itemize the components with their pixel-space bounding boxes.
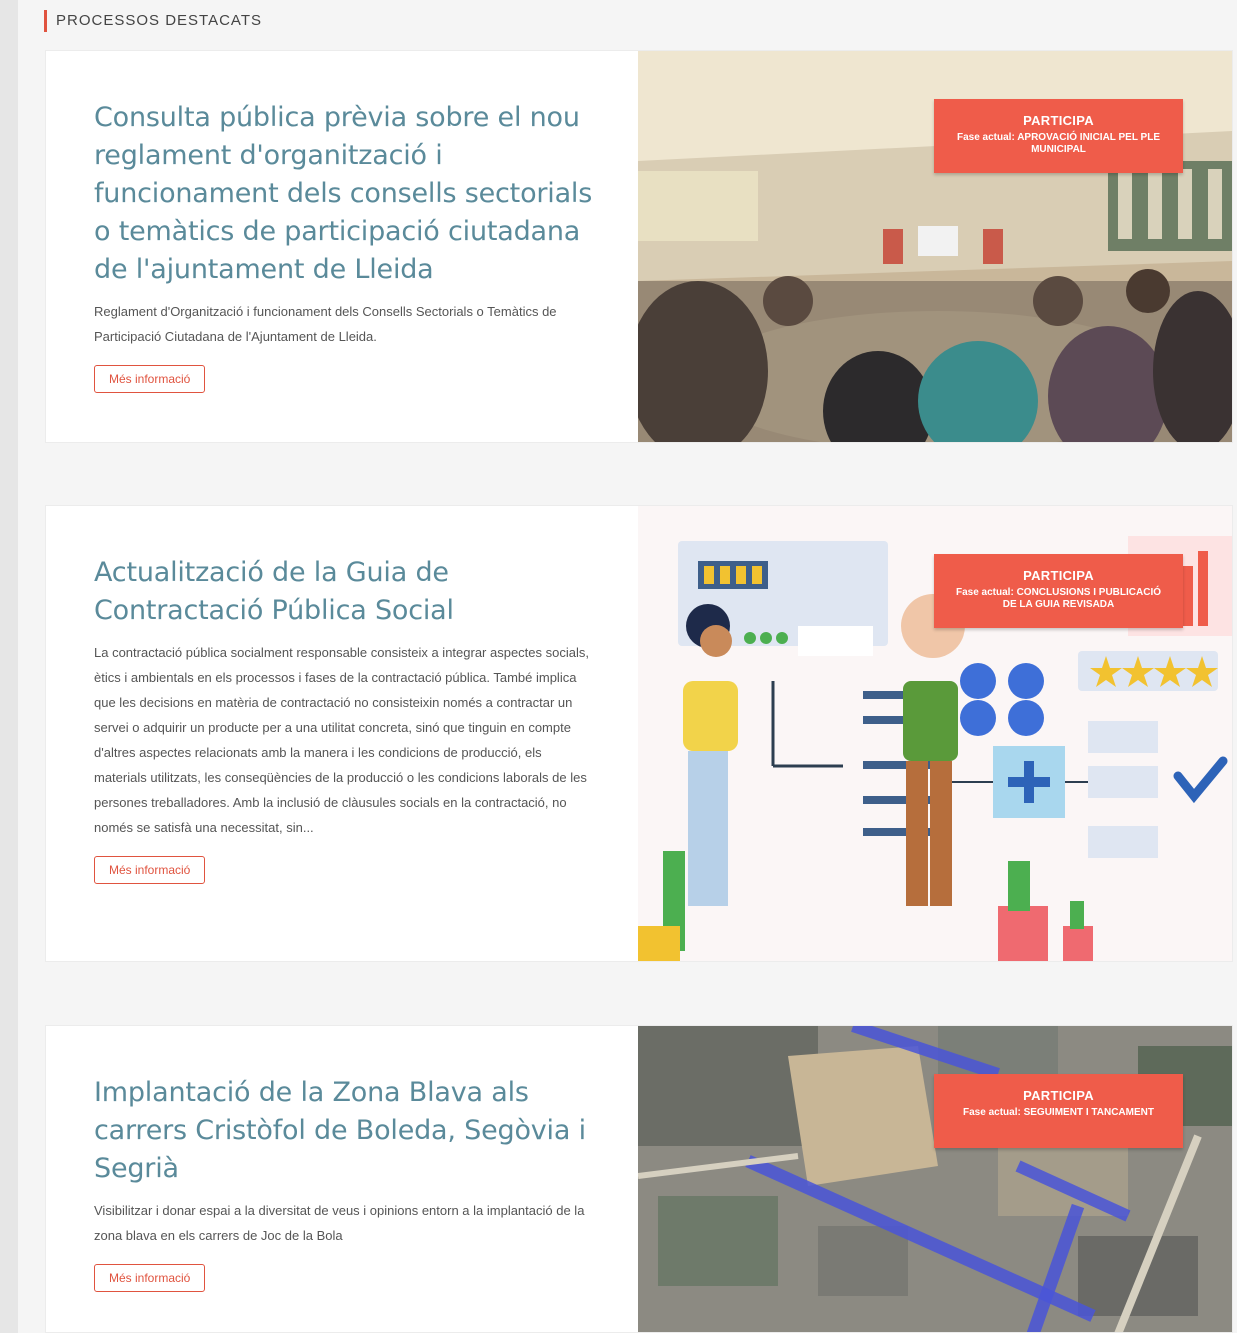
badge-title: PARTICIPA (1023, 113, 1094, 128)
badge-phase: Fase actual: APROVACIÓ INICIAL PEL PLE M… (956, 132, 1160, 155)
badge-phase: Fase actual: CONCLUSIONS I PUBLICACIÓ DE… (955, 587, 1162, 610)
card-title[interactable]: Implantació de la Zona Blava als carrers… (94, 1074, 594, 1188)
badge-title: PARTICIPA (1023, 568, 1094, 583)
more-info-button[interactable]: Més informació (94, 856, 206, 884)
aerial-map (638, 1026, 1232, 1332)
card-title[interactable]: Actualització de la Guia de Contractació… (94, 554, 594, 630)
left-rail (0, 0, 18, 1333)
more-info-button[interactable]: Més informació (94, 365, 206, 393)
participa-badge[interactable]: PARTICIPA Fase actual: APROVACIÓ INICIAL… (934, 99, 1183, 173)
card-image-illustration[interactable]: PARTICIPA Fase actual: CONCLUSIONS I PUB… (638, 506, 1232, 961)
section-title: PROCESSOS DESTACATS (44, 10, 262, 32)
card-description: Reglament d'Organització i funcionament … (94, 304, 557, 344)
card-text: Actualització de la Guia de Contractació… (94, 554, 594, 884)
process-card-3: Implantació de la Zona Blava als carrers… (45, 1025, 1233, 1333)
card-description: La contractació pública socialment respo… (94, 645, 589, 835)
card-image-map[interactable]: PARTICIPA Fase actual: SEGUIMENT I TANCA… (638, 1026, 1232, 1332)
card-text: Implantació de la Zona Blava als carrers… (94, 1074, 594, 1292)
process-card-1: Consulta pública prèvia sobre el nou reg… (45, 50, 1233, 443)
badge-title: PARTICIPA (1023, 1088, 1094, 1103)
participa-badge[interactable]: PARTICIPA Fase actual: CONCLUSIONS I PUB… (934, 554, 1183, 628)
participa-badge[interactable]: PARTICIPA Fase actual: SEGUIMENT I TANCA… (934, 1074, 1183, 1148)
card-description: Visibilitzar i donar espai a la diversit… (94, 1203, 585, 1243)
card-title[interactable]: Consulta pública prèvia sobre el nou reg… (94, 99, 594, 289)
card-image-meeting[interactable]: PARTICIPA Fase actual: APROVACIÓ INICIAL… (638, 51, 1232, 442)
card-text: Consulta pública prèvia sobre el nou reg… (94, 99, 594, 393)
badge-phase: Fase actual: SEGUIMENT I TANCAMENT (963, 1107, 1154, 1118)
more-info-button[interactable]: Més informació (94, 1264, 206, 1292)
process-card-2: Actualització de la Guia de Contractació… (45, 505, 1233, 962)
